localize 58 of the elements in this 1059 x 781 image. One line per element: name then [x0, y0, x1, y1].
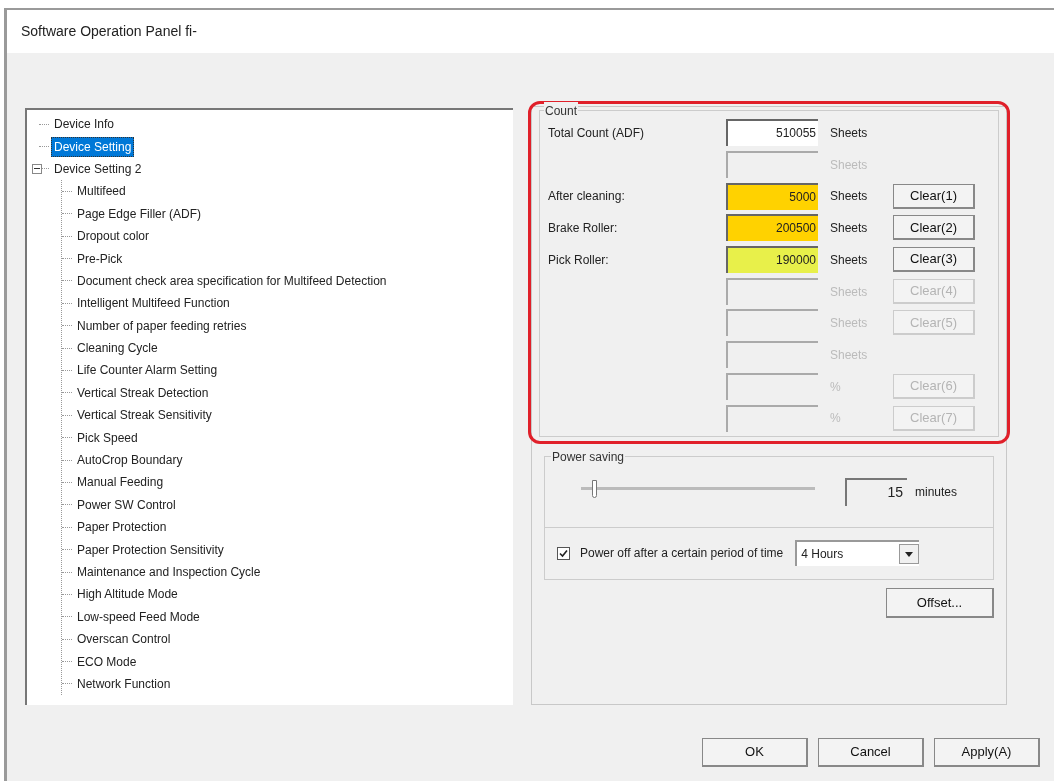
tree-item[interactable]: Device Info — [51, 114, 118, 135]
tree-item[interactable]: Vertical Streak Detection — [74, 382, 212, 403]
count-field: 5000 — [726, 182, 818, 210]
count-field: 190000 — [726, 246, 818, 274]
clear-button[interactable]: Clear(3) — [893, 247, 975, 273]
count-label: After cleaning: — [548, 189, 625, 204]
dialog-button[interactable]: OK — [702, 738, 808, 767]
unit-label: Sheets — [830, 252, 868, 267]
checkbox[interactable] — [557, 546, 570, 560]
tree-item[interactable]: Pick Speed — [74, 427, 141, 448]
count-label: Brake Roller: — [548, 220, 618, 235]
unit-label: Sheets — [830, 221, 868, 236]
tree-item[interactable]: Overscan Control — [74, 629, 174, 650]
tree-item[interactable]: Manual Feeding — [74, 472, 167, 493]
tree-item[interactable]: Paper Protection Sensitivity — [74, 539, 227, 560]
unit-label: minutes — [915, 483, 958, 501]
collapse-icon[interactable] — [32, 163, 42, 174]
tree-item[interactable]: Page Edge Filler (ADF) — [74, 203, 205, 224]
tree-item[interactable]: Paper Protection — [74, 517, 170, 538]
unit-label: % — [830, 411, 841, 426]
clear-button[interactable]: Clear(2) — [893, 215, 975, 241]
dialog-button[interactable]: Apply(A) — [934, 738, 1040, 767]
hours-dropdown[interactable]: 4 Hours — [795, 540, 920, 567]
tree-item[interactable]: AutoCrop Boundary — [74, 450, 186, 471]
tree-item[interactable]: Multifeed — [74, 181, 129, 202]
tree-item[interactable]: Dropout color — [74, 226, 153, 247]
offset-button[interactable]: Offset... — [886, 587, 994, 618]
unit-label: Sheets — [830, 189, 868, 204]
tree-item[interactable]: Vertical Streak Sensitivity — [74, 405, 215, 426]
tree-item[interactable]: Cleaning Cycle — [74, 338, 161, 359]
dropdown-value: 4 Hours — [801, 546, 844, 564]
clear-button[interactable]: Clear(1) — [893, 183, 975, 209]
tree-item[interactable]: High Altitude Mode — [74, 584, 181, 605]
slider[interactable] — [581, 478, 815, 499]
tree-item[interactable]: Document check area specification for Multifeed Detection — [74, 270, 390, 291]
tree-item[interactable]: Intelligent Multifeed Function — [74, 293, 233, 314]
window-title: Software Operation Panel fi- — [21, 22, 197, 41]
tree-item[interactable]: Power SW Control — [74, 494, 179, 515]
tree-item[interactable]: Life Counter Alarm Setting — [74, 360, 221, 381]
tree-item[interactable]: Number of paper feeding retries — [74, 315, 250, 336]
slider-thumb[interactable] — [592, 479, 598, 498]
tree-item[interactable]: ECO Mode — [74, 651, 140, 672]
tree-item[interactable]: Low-speed Feed Mode — [74, 606, 203, 627]
count-label: Total Count (ADF) — [548, 125, 645, 140]
check-icon — [559, 548, 568, 558]
count-field: 510055 — [726, 119, 818, 147]
minutes-field[interactable]: 15 — [845, 477, 907, 506]
tree-item[interactable]: Maintenance and Inspection Cycle — [74, 562, 264, 582]
tree-item[interactable]: Pre-Pick — [74, 248, 126, 269]
tree-item[interactable]: Network Function — [74, 673, 174, 694]
tree-item[interactable]: Device Setting 2 — [51, 158, 145, 179]
count-label: Pick Roller: — [548, 252, 609, 267]
unit-label: % — [830, 379, 841, 394]
dialog-button[interactable]: Cancel — [818, 738, 924, 767]
tree-item[interactable]: Device Setting — [51, 136, 135, 157]
unit-label: Sheets — [830, 126, 868, 141]
checkbox-label: Power off after a certain period of time — [580, 545, 784, 563]
count-field: 200500 — [726, 214, 818, 242]
